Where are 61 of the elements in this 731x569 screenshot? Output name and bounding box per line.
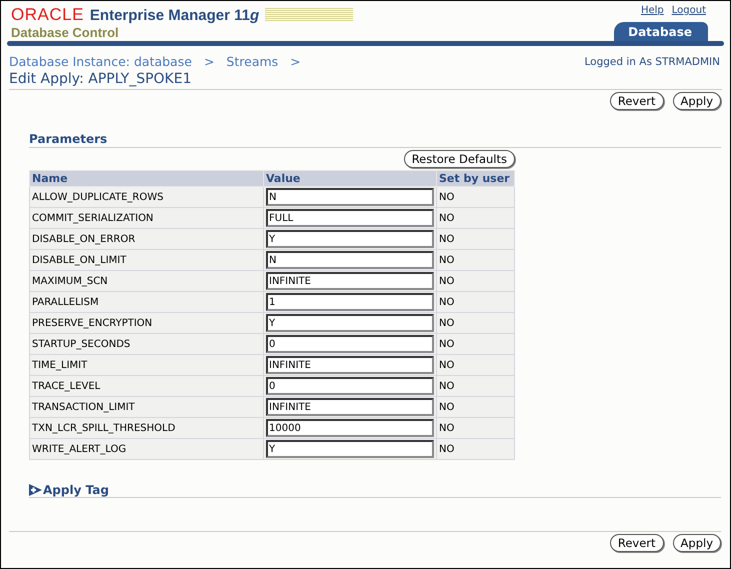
page-button[interactable]: Revert (610, 534, 664, 552)
parameter-name: WRITE_ALERT_LOG (30, 438, 264, 460)
parameter-name: DISABLE_ON_LIMIT (30, 250, 264, 270)
value-field[interactable]: 0 (266, 335, 434, 353)
set-by-user-cell: NO (436, 354, 514, 376)
column-header: Value (264, 170, 436, 186)
set-by-user-cell: NO (436, 292, 514, 312)
set-by-user-cell: NO (436, 270, 514, 292)
value-field[interactable]: 10000 (266, 419, 434, 437)
set-by-user-cell: NO (436, 228, 514, 250)
value-field[interactable]: FULL (266, 209, 434, 227)
apply-tag-toggle[interactable]: Apply Tag (29, 483, 109, 497)
breadcrumb-link[interactable]: Streams (226, 54, 278, 69)
value-field[interactable]: N (266, 251, 434, 269)
restore-defaults-button[interactable]: Restore Defaults (404, 150, 515, 168)
parameter-name: MAXIMUM_SCN (30, 270, 264, 292)
oracle-logo: ORACLE (11, 5, 84, 25)
parameter-name: DISABLE_ON_ERROR (30, 228, 264, 250)
value-field[interactable]: N (266, 188, 434, 206)
parameter-name: ALLOW_DUPLICATE_ROWS (30, 186, 264, 208)
value-field[interactable]: Y (266, 230, 434, 248)
set-by-user-cell: NO (436, 312, 514, 334)
parameter-name: TRANSACTION_LIMIT (30, 396, 264, 418)
breadcrumb-separator: > (290, 54, 301, 69)
value-field[interactable]: 0 (266, 377, 434, 395)
section-title: Parameters (29, 132, 721, 148)
value-field[interactable]: INFINITE (266, 272, 434, 290)
product-subtitle: Database Control (11, 25, 120, 40)
value-field[interactable]: INFINITE (266, 356, 434, 374)
header-link[interactable]: Logout (672, 5, 706, 16)
header-link[interactable]: Help (640, 5, 664, 16)
database-tab[interactable]: Database (614, 22, 708, 41)
parameter-name: STARTUP_SECONDS (30, 334, 264, 354)
set-by-user-cell: NO (436, 418, 514, 438)
login-status: Logged in As STRMADMIN (584, 56, 720, 68)
set-by-user-cell: NO (436, 334, 514, 354)
value-field[interactable]: INFINITE (266, 398, 434, 416)
parameter-name: TRACE_LEVEL (30, 376, 264, 396)
page-button[interactable]: Apply (672, 534, 721, 552)
column-header: Name (30, 170, 264, 186)
set-by-user-cell: NO (436, 396, 514, 418)
set-by-user-cell: NO (436, 438, 514, 460)
parameter-name: TIME_LIMIT (30, 354, 264, 376)
page-button[interactable]: Revert (610, 92, 664, 110)
set-by-user-cell: NO (436, 376, 514, 396)
set-by-user-cell: NO (436, 186, 514, 208)
page-title: Edit Apply: APPLY_SPOKE1 (9, 71, 722, 90)
product-name: Enterprise Manager 11g (90, 6, 260, 24)
column-header: Set by user (436, 170, 514, 186)
parameter-name: PRESERVE_ENCRYPTION (30, 312, 264, 334)
set-by-user-cell: NO (436, 208, 514, 228)
breadcrumb-link[interactable]: Database Instance: database (9, 54, 192, 69)
set-by-user-cell: NO (436, 250, 514, 270)
page-button[interactable]: Apply (672, 92, 721, 110)
value-field[interactable]: Y (266, 314, 434, 332)
breadcrumb-separator: > (204, 54, 214, 69)
parameter-name: TXN_LCR_SPILL_THRESHOLD (30, 418, 264, 438)
parameter-name: PARALLELISM (30, 292, 264, 312)
parameter-name: COMMIT_SERIALIZATION (30, 208, 264, 228)
value-field[interactable]: 1 (266, 293, 434, 311)
value-field[interactable]: Y (266, 440, 434, 458)
